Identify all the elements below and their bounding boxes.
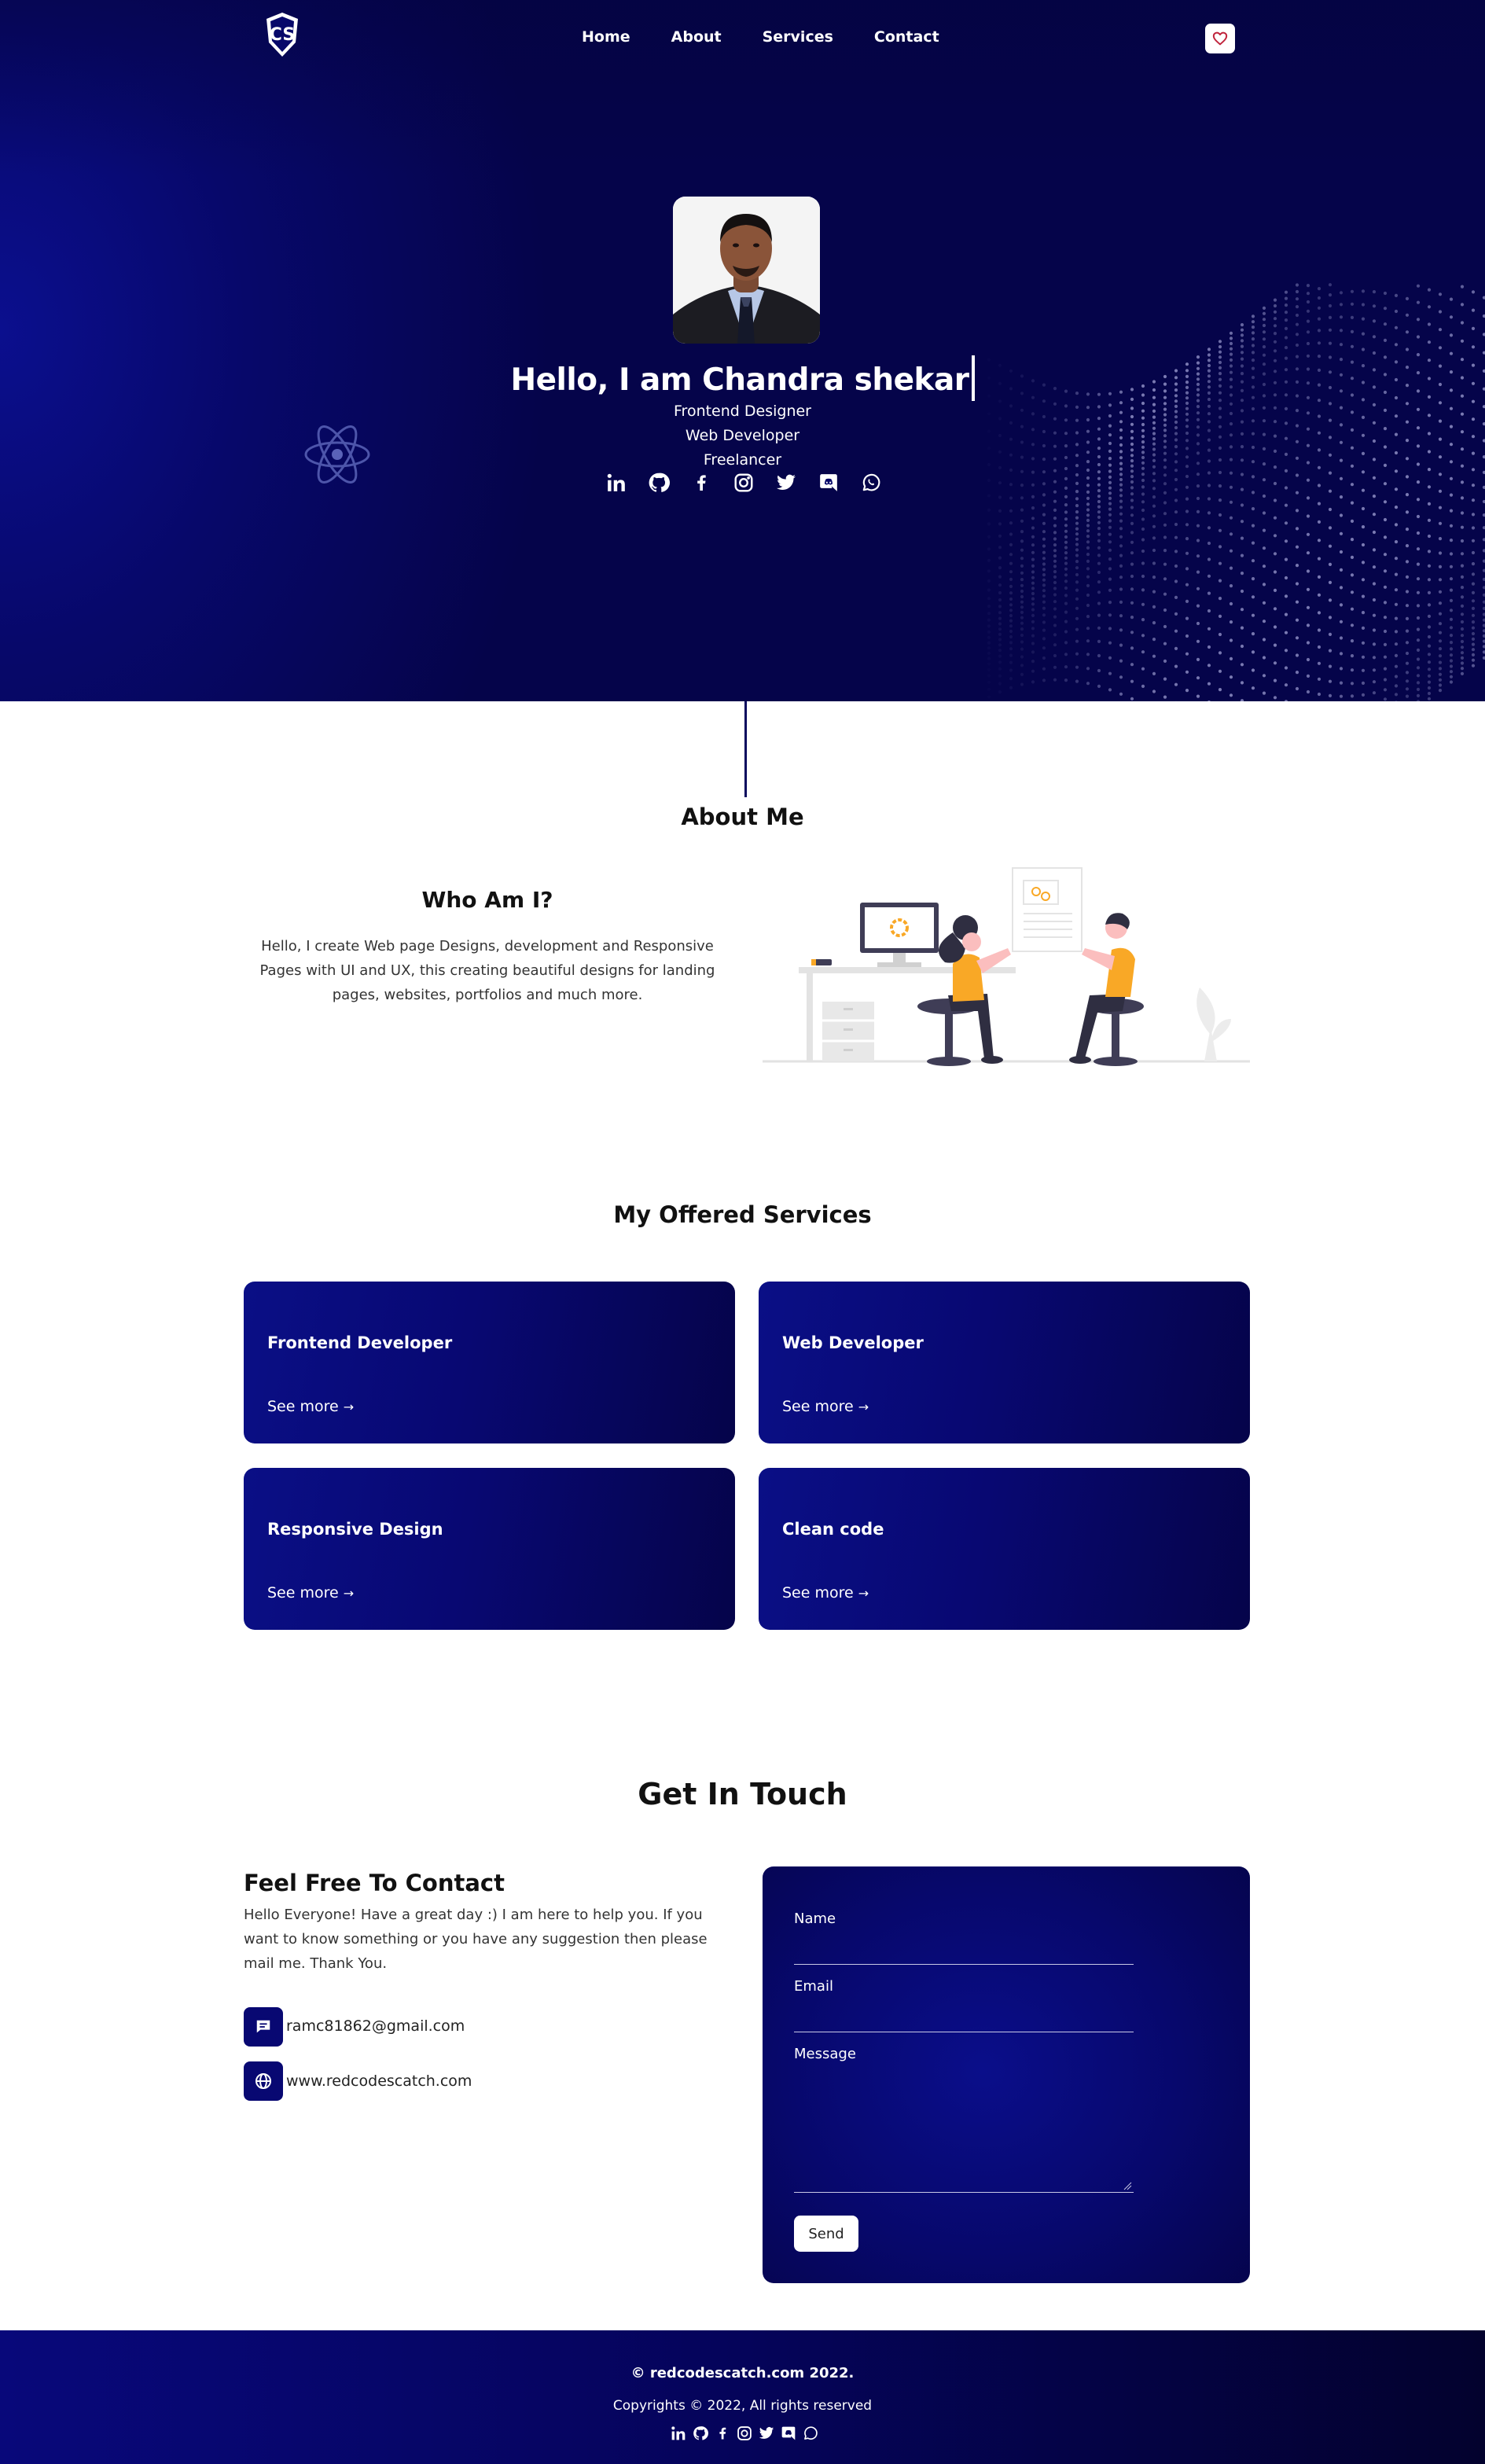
dotted-wave-graphic <box>987 283 1485 701</box>
send-button[interactable]: Send <box>794 2216 858 2252</box>
arrow-right-icon: → <box>343 1399 355 1414</box>
email-label: Email <box>794 1978 833 1995</box>
nav-services-link[interactable]: Services <box>763 28 833 46</box>
footer-social-links <box>670 2425 824 2442</box>
name-label: Name <box>794 1911 836 1927</box>
email-input[interactable] <box>794 1999 1134 2022</box>
service-title: Responsive Design <box>267 1520 443 1539</box>
whatsapp-icon[interactable] <box>860 472 882 494</box>
linkedin-icon[interactable] <box>605 472 627 494</box>
discord-icon[interactable] <box>780 2425 797 2442</box>
globe-icon <box>244 2061 283 2101</box>
whatsapp-icon[interactable] <box>802 2425 819 2442</box>
arrow-right-icon: → <box>343 1586 355 1601</box>
svg-text:CS: CS <box>270 25 295 45</box>
facebook-icon[interactable] <box>690 472 712 494</box>
service-card-web: Web Developer See more → <box>759 1282 1250 1443</box>
hero-role-freelancer: Freelancer <box>703 451 782 469</box>
about-heading: About Me <box>681 804 804 830</box>
name-input[interactable] <box>794 1931 1134 1955</box>
github-icon[interactable] <box>692 2425 709 2442</box>
message-textarea[interactable] <box>794 2068 1134 2186</box>
twitter-icon[interactable] <box>775 472 797 494</box>
contact-subheading: Feel Free To Contact <box>244 1870 505 1896</box>
service-card-frontend: Frontend Developer See more → <box>244 1282 735 1443</box>
service-card-responsive: Responsive Design See more → <box>244 1468 735 1630</box>
message-icon <box>244 2007 283 2047</box>
see-more-link[interactable]: See more → <box>267 1398 354 1415</box>
contact-form: Name Email Message Send <box>763 1866 1250 2283</box>
linkedin-icon[interactable] <box>670 2425 687 2442</box>
hero-section: CS Home About Services Contact Hello, I … <box>0 0 1485 701</box>
hero-title: Hello, I am Chandra shekar <box>0 355 1485 401</box>
nav-about-link[interactable]: About <box>671 28 722 46</box>
nav-links: Home About Services Contact <box>582 28 980 46</box>
contact-description: Hello Everyone! Have a great day :) I am… <box>244 1907 708 1972</box>
typing-cursor <box>971 355 975 401</box>
profile-avatar <box>673 197 820 344</box>
footer-copyright: Copyrights © 2022, All rights reserved <box>612 2398 873 2414</box>
hero-role-web: Web Developer <box>685 427 800 444</box>
contact-heading: Get In Touch <box>638 1777 847 1811</box>
about-description: Hello, I create Web page Designs, develo… <box>259 938 715 1003</box>
services-heading: My Offered Services <box>613 1201 872 1228</box>
arrow-right-icon: → <box>858 1586 869 1601</box>
service-title: Frontend Developer <box>267 1333 453 1352</box>
github-icon[interactable] <box>648 472 670 494</box>
service-card-clean-code: Clean code See more → <box>759 1468 1250 1630</box>
instagram-icon[interactable] <box>736 2425 753 2442</box>
see-more-link[interactable]: See more → <box>782 1398 869 1415</box>
heart-icon <box>1212 31 1228 46</box>
top-navbar: CS Home About Services Contact <box>0 0 1485 79</box>
team-working-illustration <box>763 867 1250 1066</box>
cs-shield-logo[interactable]: CS <box>264 11 300 58</box>
service-title: Web Developer <box>782 1333 924 1352</box>
see-more-link[interactable]: See more → <box>267 1584 354 1602</box>
favorite-button[interactable] <box>1205 24 1235 53</box>
section-divider-line <box>744 701 747 797</box>
service-title: Clean code <box>782 1520 884 1539</box>
site-footer: © redcodescatch.com 2022. Copyrights © 2… <box>0 2330 1485 2464</box>
footer-site-name: © redcodescatch.com 2022. <box>630 2365 855 2381</box>
hero-social-links <box>605 472 902 494</box>
facebook-icon[interactable] <box>714 2425 731 2442</box>
arrow-right-icon: → <box>858 1399 869 1414</box>
contact-website[interactable]: www.redcodescatch.com <box>286 2072 472 2090</box>
instagram-icon[interactable] <box>733 472 755 494</box>
hero-role-frontend: Frontend Designer <box>674 403 811 420</box>
message-label: Message <box>794 2046 856 2062</box>
twitter-icon[interactable] <box>758 2425 775 2442</box>
who-am-i-heading: Who Am I? <box>421 887 553 913</box>
see-more-link[interactable]: See more → <box>782 1584 869 1602</box>
resize-handle-icon[interactable] <box>1123 2181 1132 2190</box>
discord-icon[interactable] <box>818 472 840 494</box>
nav-home-link[interactable]: Home <box>582 28 630 46</box>
nav-contact-link[interactable]: Contact <box>874 28 939 46</box>
contact-email[interactable]: ramc81862@gmail.com <box>286 2017 465 2035</box>
